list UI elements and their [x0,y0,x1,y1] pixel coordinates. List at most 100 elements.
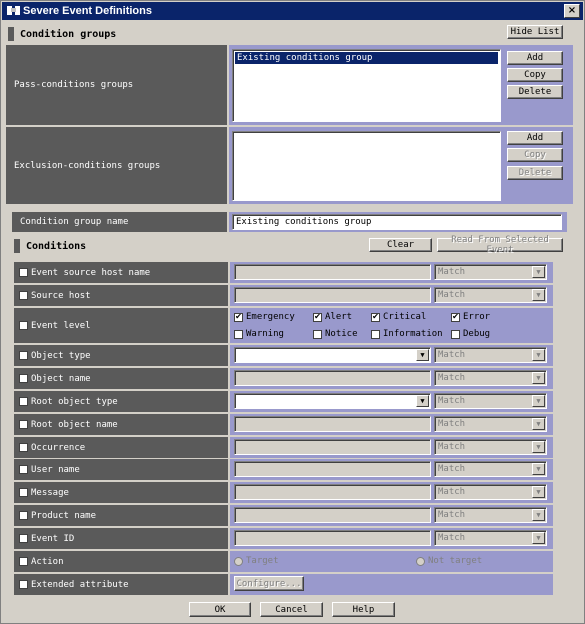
event-id-checkbox[interactable] [19,534,28,543]
critical-label: Critical [383,312,427,322]
action-checkbox[interactable] [19,557,28,566]
level-warning[interactable]: Warning [234,329,284,339]
root-object-type-row: Root object type [14,391,228,412]
root-object-type-select[interactable]: ▼ [234,393,431,409]
level-alert[interactable]: ✔ Alert [313,312,352,322]
object-name-match-select[interactable]: Match ▼ [434,370,547,386]
chevron-down-icon: ▼ [532,486,545,498]
root-object-name-checkbox[interactable] [19,420,28,429]
exclusion-conditions-label-panel: Exclusion-conditions groups [6,127,227,204]
root-object-name-input[interactable] [234,416,431,432]
chevron-down-icon: ▼ [532,372,545,384]
source-host-match-select[interactable]: Match ▼ [434,287,547,303]
notice-checkbox[interactable] [313,329,322,339]
source-host-checkbox[interactable] [19,291,28,300]
object-name-checkbox[interactable] [19,374,28,383]
warning-checkbox[interactable] [234,329,243,339]
match-value: Match [438,510,466,520]
pass-add-button[interactable]: Add [507,51,563,65]
pass-conditions-list[interactable]: Existing conditions group [232,49,501,122]
radio-icon [416,556,425,566]
message-input[interactable] [234,484,431,500]
event-id-row: Event ID [14,528,228,549]
chevron-down-icon: ▼ [532,289,545,301]
level-critical[interactable]: ✔ Critical [371,312,426,322]
source-host-input[interactable] [234,287,431,303]
product-name-checkbox[interactable] [19,511,28,520]
chevron-down-icon: ▼ [532,509,545,521]
object-type-select[interactable]: ▼ [234,347,431,363]
chevron-down-icon: ▼ [416,395,429,407]
message-label: Message [31,487,69,498]
pass-conditions-label: Pass-conditions groups [14,80,134,90]
user-name-checkbox[interactable] [19,465,28,474]
occurrence-match-select[interactable]: Match ▼ [434,439,547,455]
level-error[interactable]: ✔ Error [451,312,490,322]
warning-label: Warning [246,329,284,339]
condition-group-name-input[interactable]: Existing conditions group [232,214,562,230]
action-not-target-radio[interactable]: Not target [416,556,482,566]
message-match-select[interactable]: Match ▼ [434,484,547,500]
close-button[interactable]: × [564,4,580,18]
action-target-radio[interactable]: Target [234,556,279,566]
exclusion-add-button[interactable]: Add [507,131,563,145]
configure-button[interactable]: Configure... [234,576,304,591]
list-item[interactable]: Existing conditions group [235,52,498,64]
event-id-match-select[interactable]: Match ▼ [434,530,547,546]
event-id-input[interactable] [234,530,431,546]
root-object-type-match-select[interactable]: Match ▼ [434,393,547,409]
event-source-host-match-select[interactable]: Match ▼ [434,264,547,280]
exclusion-delete-button[interactable]: Delete [507,166,563,180]
level-information[interactable]: Information [371,329,443,339]
occurrence-checkbox[interactable] [19,443,28,452]
event-level-checkbox[interactable]: ✔ [19,321,28,330]
event-source-host-row: Event source host name [14,262,228,283]
level-debug[interactable]: Debug [451,329,490,339]
alert-checkbox[interactable]: ✔ [313,312,322,322]
root-object-type-checkbox[interactable] [19,397,28,406]
object-type-label: Object type [31,350,91,361]
cancel-button[interactable]: Cancel [260,602,323,617]
read-from-selected-event-button[interactable]: Read From Selected Event [437,235,563,255]
level-notice[interactable]: Notice [313,329,358,339]
help-button[interactable]: Help [332,602,395,617]
user-name-input[interactable] [234,461,431,477]
occurrence-input[interactable] [234,439,431,455]
exclusion-copy-button[interactable]: Copy [507,148,563,162]
event-source-host-input[interactable] [234,264,431,280]
level-emergency[interactable]: ✔ Emergency [234,312,295,322]
message-checkbox[interactable] [19,488,28,497]
debug-checkbox[interactable] [451,329,460,339]
critical-checkbox[interactable]: ✔ [371,312,380,322]
event-source-host-checkbox[interactable] [19,268,28,277]
section-marker [14,239,20,253]
hide-list-button[interactable]: Hide List [507,25,563,39]
pass-copy-button[interactable]: Copy [507,68,563,82]
message-row: Message [14,482,228,503]
action-target-label: Target [246,556,279,566]
product-name-match-select[interactable]: Match ▼ [434,507,547,523]
error-label: Error [463,312,491,322]
chevron-down-icon: ▼ [532,349,545,361]
condition-groups-title: Condition groups [20,28,117,40]
object-type-checkbox[interactable] [19,351,28,360]
extended-attribute-checkbox[interactable] [19,580,28,589]
root-object-name-match-select[interactable]: Match ▼ [434,416,547,432]
clear-button[interactable]: Clear [369,238,432,252]
pass-delete-button[interactable]: Delete [507,85,563,99]
debug-label: Debug [463,329,491,339]
chevron-down-icon: ▼ [532,395,545,407]
error-checkbox[interactable]: ✔ [451,312,460,322]
object-type-match-select[interactable]: Match ▼ [434,347,547,363]
user-name-match-select[interactable]: Match ▼ [434,461,547,477]
product-name-input[interactable] [234,507,431,523]
pass-conditions-label-panel: Pass-conditions groups [6,45,227,125]
emergency-checkbox[interactable]: ✔ [234,312,243,322]
ok-button[interactable]: OK [189,602,251,617]
conditions-header: Conditions [14,237,86,255]
exclusion-conditions-list[interactable] [232,131,501,201]
object-name-label: Object name [31,373,91,384]
object-name-input[interactable] [234,370,431,386]
information-checkbox[interactable] [371,329,380,339]
source-host-row: Source host [14,285,228,306]
